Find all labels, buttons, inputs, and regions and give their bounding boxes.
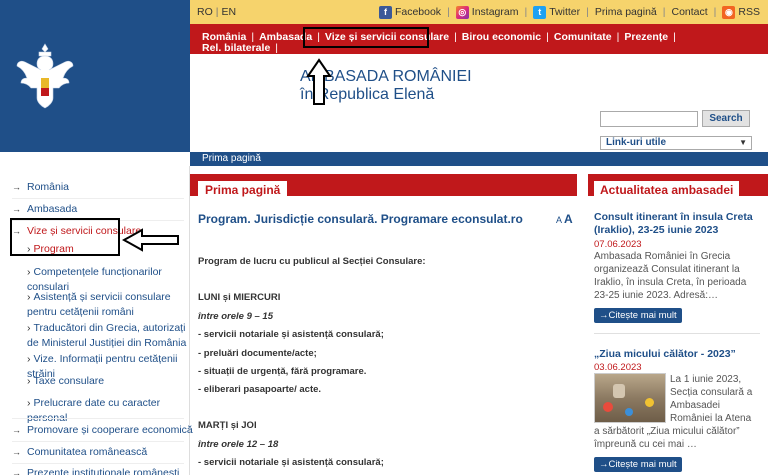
contact-link[interactable]: Contact [671, 6, 707, 18]
instagram-icon: ◎ [455, 5, 469, 19]
rss-icon: ◉ [722, 5, 736, 19]
article-line: - preluări documente/acte; [198, 348, 317, 359]
article-line: LUNI și MIERCURI [198, 292, 281, 303]
rss-link[interactable]: ◉ RSS [722, 5, 760, 19]
sidebar-item-promovare[interactable]: → Promovare și cooperare economică [12, 424, 193, 437]
news-date: 03.06.2023 [594, 362, 642, 373]
article-line: între orele 12 – 18 [198, 439, 279, 450]
news-date: 07.06.2023 [594, 239, 642, 250]
nav-item-birou-economic[interactable]: Birou economic [462, 32, 554, 43]
lang-en[interactable]: EN [218, 6, 239, 18]
news-thumbnail[interactable] [594, 373, 666, 423]
sidebar-item-ambasada[interactable]: → Ambasada [12, 203, 77, 216]
article-line: - servicii notariale și asistență consul… [198, 457, 384, 468]
nav-item-republica-elena[interactable]: Republica Elenă [202, 54, 758, 65]
article-line: între orele 9 – 15 [198, 311, 273, 322]
news-body-cont: a sărbătorit „Ziua micului călător” împr… [594, 426, 740, 450]
font-size-controls: A A [556, 212, 573, 226]
chevron-down-icon: ▼ [739, 138, 747, 147]
news-body: Ambasada României în Grecia organizează … [594, 251, 747, 301]
tab-prima-pagina[interactable]: Prima pagină [198, 180, 288, 200]
nav-item-prezente[interactable]: Prezențe [624, 32, 681, 43]
main-nav: România Ambasada Vize și servicii consul… [190, 24, 768, 65]
article-line: MARȚI și JOI [198, 420, 257, 431]
font-larger-button[interactable]: A [564, 212, 573, 226]
lang-ro[interactable]: RO [194, 6, 216, 18]
facebook-icon: f [378, 5, 392, 19]
font-smaller-button[interactable]: A [556, 215, 562, 225]
article-title: Program. Jurisdicție consulară. Programa… [198, 212, 523, 226]
article-line: - eliberari pasapoarte/ acte. [198, 384, 322, 395]
coat-of-arms-icon[interactable] [15, 42, 75, 112]
twitter-icon: t [533, 5, 547, 19]
home-link[interactable]: Prima pagină [595, 6, 657, 18]
news-title[interactable]: Consult itinerant în insula Creta (Irakl… [594, 211, 764, 237]
read-more-button[interactable]: →Citește mai mult [594, 308, 682, 323]
sidebar-divider [12, 441, 184, 442]
sidebar-highlight-box [10, 218, 120, 256]
chevron-right-icon: › [27, 266, 31, 278]
useful-links-select[interactable]: Link-uri utile ▼ [600, 136, 752, 150]
twitter-link[interactable]: t Twitter [533, 5, 580, 19]
instagram-link[interactable]: ◎ Instagram [455, 5, 518, 19]
breadcrumb-home[interactable]: Prima pagină [202, 153, 261, 164]
search-input[interactable] [600, 111, 698, 127]
up-arrow-annotation-icon [306, 58, 332, 105]
page: RO | EN f Facebook | ◎ Instagram | t Twitter … [0, 0, 768, 475]
chevron-right-icon: › [27, 291, 31, 303]
sidebar-subitem-taxe[interactable]: › Taxe consulare [27, 374, 189, 389]
top-strip: RO | EN f Facebook | ◎ Instagram | t Twitter … [190, 0, 768, 24]
left-arrow-annotation-icon [122, 228, 179, 252]
sidebar-subitem-date-personale[interactable]: › Prelucrare date cu caracter personal [27, 396, 189, 426]
social-links: f Facebook | ◎ Instagram | t Twitter | Prim… [378, 5, 760, 19]
sidebar-item-romania[interactable]: → România [12, 181, 69, 194]
news-title[interactable]: „Ziua micului călător - 2023” [594, 348, 764, 361]
nav-item-comunitate[interactable]: Comunitate [554, 32, 624, 43]
breadcrumb: Prima pagină [190, 152, 768, 166]
sidebar-item-prezente[interactable]: → Prezențe instituționale românești [12, 467, 179, 475]
arrow-right-icon: → [12, 425, 21, 435]
facebook-link[interactable]: f Facebook [378, 5, 441, 19]
article-line: - situații de urgență, fără programare. [198, 366, 367, 377]
arrow-right-icon: → [12, 182, 21, 192]
arrow-right-icon: → [12, 447, 21, 457]
article-line: Program de lucru cu publicul al Secției … [198, 256, 426, 267]
chevron-right-icon: › [27, 353, 31, 365]
chevron-right-icon: › [27, 375, 31, 387]
tab-actualitatea[interactable]: Actualitatea ambasadei [594, 180, 740, 200]
arrow-right-icon: → [12, 204, 21, 214]
read-more-button[interactable]: →Citește mai mult [594, 457, 682, 472]
logo-panel [0, 0, 190, 152]
chevron-right-icon: › [27, 322, 31, 334]
chevron-right-icon: › [27, 397, 31, 409]
nav-highlight-box [303, 27, 429, 48]
sidebar-divider [12, 418, 184, 419]
arrow-right-icon: → [12, 468, 21, 475]
sidebar-subitem-asistenta[interactable]: › Asistență și servicii consulare pentru … [27, 290, 189, 320]
news-body: La 1 iunie 2023, Secția consulară a Amba… [670, 374, 753, 424]
news-divider [594, 333, 760, 334]
sidebar-item-comunitatea[interactable]: → Comunitatea românească [12, 446, 147, 459]
sidebar-divider [12, 198, 184, 199]
sidebar-divider [12, 463, 184, 464]
article-line: - servicii notariale și asistență consul… [198, 329, 384, 340]
sidebar-subitem-traducatori[interactable]: › Traducători din Grecia, autorizați de M… [27, 321, 189, 351]
language-switch: RO | EN [194, 6, 239, 18]
search-button[interactable]: Search [702, 110, 750, 127]
